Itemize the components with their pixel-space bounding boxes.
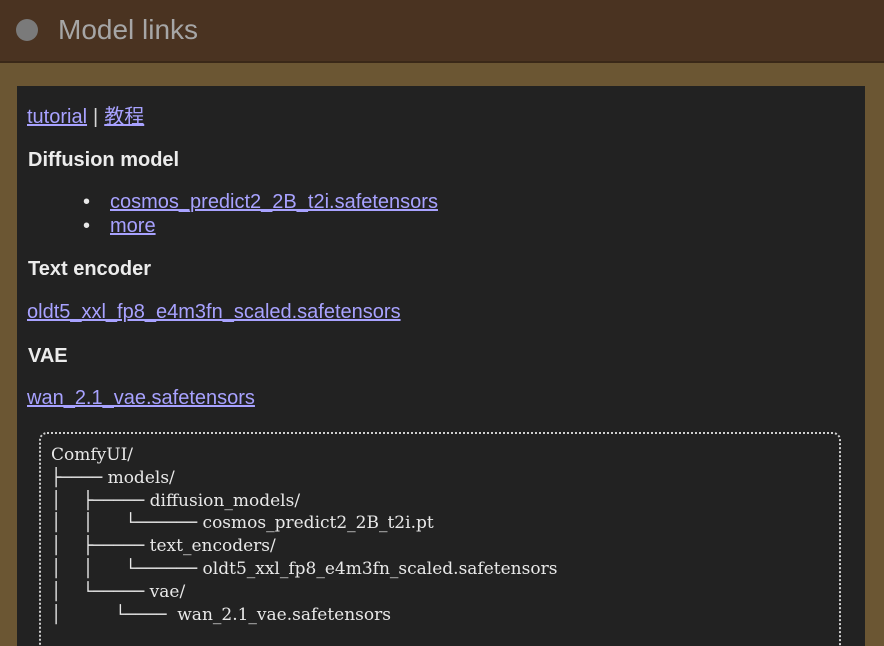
directory-tree-codeblock: ComfyUI/ ├──── models/ │ ├───── diffusio…: [39, 432, 841, 646]
tree-line: │ ├───── diffusion_models/: [51, 490, 301, 511]
markdown-panel: tutorial |教程 Diffusion model cosmos_predi…: [17, 86, 865, 646]
tutorial-cn-link[interactable]: 教程: [104, 106, 144, 128]
more-link[interactable]: more: [110, 215, 156, 237]
tutorial-links: tutorial | 教程: [27, 100, 144, 129]
tree-line: ├──── models/: [51, 467, 175, 488]
tutorial-link[interactable]: tutorial: [27, 106, 87, 128]
tree-line: │ └──── wan_2.1_vae.safetensors: [51, 604, 391, 625]
text-encoder-link[interactable]: oldt5_xxl_fp8_e4m3fn_scaled.safetensors: [27, 301, 401, 323]
tree-line: │ └───── vae/: [51, 581, 186, 602]
collapse-dot-icon[interactable]: [16, 19, 38, 41]
tree-line: ComfyUI/: [51, 445, 134, 465]
tree-line: │ ├───── text_encoders/: [51, 536, 276, 557]
diffusion-model-heading: Diffusion model: [28, 149, 180, 171]
text-encoder-link-row: oldt5_xxl_fp8_e4m3fn_scaled.safetensors: [27, 301, 401, 324]
vae-heading: VAE: [28, 345, 68, 367]
link-separator: |: [93, 106, 99, 128]
vae-link-row: wan_2.1_vae.safetensors: [27, 387, 255, 410]
cosmos-model-link[interactable]: cosmos_predict2_2B_t2i.safetensors: [110, 191, 438, 213]
node-title: Model links: [58, 14, 199, 45]
diffusion-model-list: cosmos_predict2_2B_t2i.safetensors more: [83, 190, 438, 238]
list-item: more: [83, 214, 438, 238]
text-encoder-heading: Text encoder: [28, 258, 151, 280]
directory-tree: ComfyUI/ ├──── models/ │ ├───── diffusio…: [41, 434, 839, 626]
tree-line: │ │ └────── cosmos_predict2_2B_t2i.pt: [51, 513, 434, 534]
list-item: cosmos_predict2_2B_t2i.safetensors: [83, 190, 438, 214]
tree-line: │ │ └────── oldt5_xxl_fp8_e4m3fn_scaled.…: [51, 558, 558, 579]
node-title-bar[interactable]: Model links: [0, 0, 884, 63]
vae-link[interactable]: wan_2.1_vae.safetensors: [27, 387, 255, 409]
